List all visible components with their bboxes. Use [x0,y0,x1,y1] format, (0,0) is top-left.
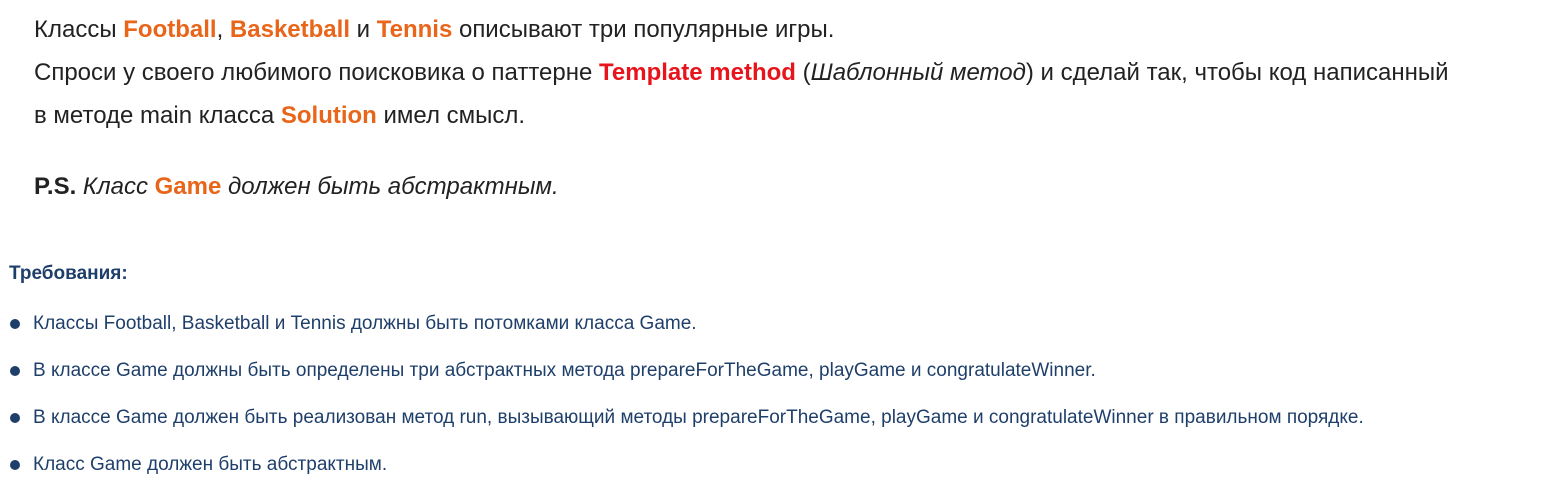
requirement-text: Классы Football, Basketball и Tennis дол… [33,313,697,334]
requirements-list: Классы Football, Basketball и Tennis дол… [0,310,1364,498]
task-text: Спроси у своего любимого поисковика о па… [34,59,600,86]
task-text: и [349,16,377,43]
class-name-basketball: Basketball [229,16,350,43]
class-name-tennis: Tennis [376,16,453,43]
task-text: ( [795,59,811,86]
task-text: Классы [34,16,124,43]
ps-label: P.S. [34,173,77,200]
task-text: Класс [76,173,155,200]
class-name-solution: Solution [280,102,377,129]
task-text: описывают три популярные игры. [452,16,835,43]
bullet-icon [10,366,20,376]
requirement-item: Классы Football, Basketball и Tennis дол… [0,310,1364,357]
bullet-icon [10,319,20,329]
task-text: имел смысл. [376,102,526,129]
pattern-name: Template method [599,59,796,86]
task-text: должен быть абстрактным. [221,173,559,200]
task-text: , [216,16,230,43]
task-ps-note: P.S. Класс Game должен быть абстрактным. [34,165,1544,208]
requirement-text: Класс Game должен быть абстрактным. [33,454,388,475]
requirement-text: В классе Game должен быть реализован мет… [33,407,1364,428]
task-text: ) и сделай так, чтобы код написанный [1025,59,1449,86]
bullet-icon [10,460,20,470]
bullet-icon [10,413,20,423]
class-name-game: Game [154,173,222,200]
requirement-item: Класс Game должен быть абстрактным. [0,451,1364,498]
task-description: Классы Football, Basketball и Tennis опи… [34,8,1544,208]
requirement-text: В классе Game должны быть определены три… [33,360,1096,381]
task-text: в методе main класса [34,102,281,129]
class-name-football: Football [123,16,217,43]
pattern-name-ru: Шаблонный метод [810,59,1026,86]
requirements-title: Требования: [9,263,128,284]
task-line-pattern: Спроси у своего любимого поисковика о па… [34,51,1544,137]
task-line-classes: Классы Football, Basketball и Tennis опи… [34,8,1544,51]
requirement-item: В классе Game должны быть определены три… [0,357,1364,404]
requirement-item: В классе Game должен быть реализован мет… [0,404,1364,451]
